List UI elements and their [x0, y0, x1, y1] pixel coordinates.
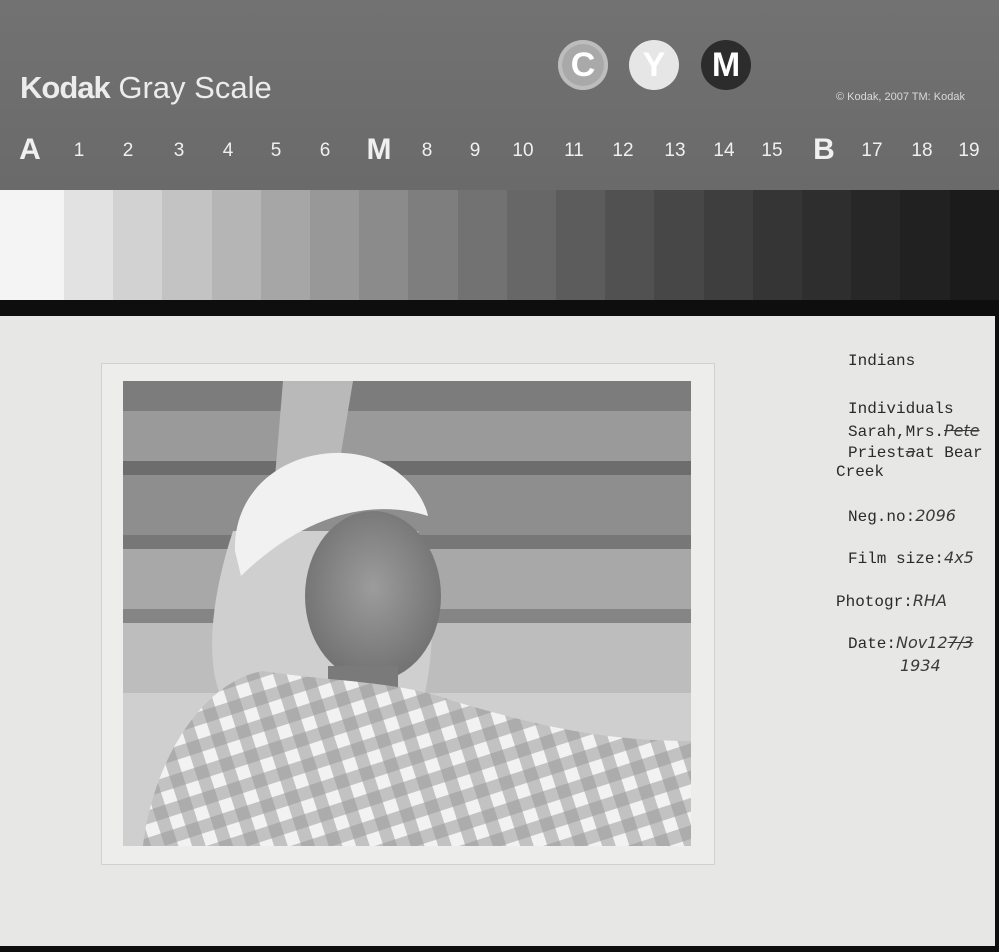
gray-patch — [703, 190, 753, 300]
step-label: 3 — [173, 140, 185, 161]
name-strikethrough: Pete — [944, 421, 980, 440]
step-label: A — [19, 133, 41, 166]
gray-patch — [556, 190, 606, 300]
portrait-image — [123, 381, 691, 846]
gray-patch — [211, 190, 261, 300]
subcategory-label: Individuals — [848, 400, 954, 418]
step-label: 11 — [564, 140, 584, 161]
film-value: 4x5 — [944, 548, 974, 567]
step-label: 1 — [73, 140, 85, 161]
date-line: Date:Nov127/3 — [848, 633, 973, 653]
magenta-patch-icon: M — [701, 40, 751, 90]
photog-value: RHA — [912, 591, 947, 610]
gray-patch — [260, 190, 311, 300]
step-label: 19 — [958, 140, 980, 161]
gray-patch — [64, 190, 114, 300]
gray-patch — [113, 190, 163, 300]
film-label: Film size: — [848, 550, 945, 568]
category-label: Indians — [848, 352, 916, 370]
step-label: 5 — [270, 140, 282, 161]
step-label: 18 — [911, 140, 933, 161]
step-label: 13 — [664, 140, 686, 161]
negative-number: Neg.no:2096 — [848, 506, 956, 526]
place-text: Priest — [848, 444, 906, 462]
step-label: 15 — [761, 140, 783, 161]
neg-value: 2096 — [915, 506, 956, 525]
step-label: 12 — [612, 140, 634, 161]
gray-patch — [851, 190, 901, 300]
step-label: 14 — [713, 140, 735, 161]
place-line-2: Creek — [836, 463, 885, 481]
subject-name: Sarah,Mrs.Pete — [848, 421, 980, 441]
step-label: 6 — [319, 140, 331, 161]
name-text: Sarah,Mrs. — [848, 423, 945, 441]
step-label: 10 — [512, 140, 534, 161]
date-label: Date: — [848, 635, 897, 653]
gray-patch — [162, 190, 212, 300]
gray-patch — [310, 190, 360, 300]
place-line: Priestaat Bear — [848, 442, 983, 462]
neg-label: Neg.no: — [848, 508, 916, 526]
gray-patch — [506, 190, 557, 300]
step-label: 9 — [469, 140, 481, 161]
step-label: 4 — [222, 140, 234, 161]
gray-patch — [654, 190, 704, 300]
portrait-photograph — [123, 381, 691, 846]
date-strikethrough: 7/3 — [947, 633, 974, 652]
date-year: 1934 — [900, 656, 941, 675]
photog-label: Photogr: — [836, 593, 913, 611]
film-size: Film size:4x5 — [848, 548, 974, 568]
gray-patch — [359, 190, 409, 300]
gray-patch — [900, 190, 950, 300]
step-label: 8 — [421, 140, 433, 161]
step-label: B — [813, 133, 835, 166]
gray-patch — [0, 190, 64, 300]
gray-patch — [457, 190, 507, 300]
brand-name: Kodak — [20, 70, 111, 105]
yellow-patch-icon: Y — [629, 40, 679, 90]
gray-patch — [949, 190, 999, 300]
step-label: 2 — [122, 140, 134, 161]
gray-patch — [605, 190, 655, 300]
place-continued: at Bear — [915, 444, 983, 462]
date-value: Nov12 — [896, 633, 948, 652]
target-header: Kodak Gray Scale C Y M © Kodak, 2007 TM:… — [0, 0, 999, 190]
place-strikethrough: a — [905, 442, 916, 461]
gray-patch — [802, 190, 852, 300]
product-name: Gray Scale — [118, 70, 272, 105]
copyright-notice: © Kodak, 2007 TM: Kodak — [836, 91, 965, 103]
gray-patch — [408, 190, 458, 300]
gray-patch — [752, 190, 803, 300]
gray-patches — [0, 190, 999, 300]
cyan-patch-icon: C — [558, 40, 608, 90]
kodak-logo: Kodak Gray Scale — [20, 70, 272, 106]
photographer: Photogr:RHA — [836, 591, 947, 611]
kodak-gray-scale-target: Kodak Gray Scale C Y M © Kodak, 2007 TM:… — [0, 0, 999, 300]
step-label: 17 — [861, 140, 883, 161]
step-label: M — [366, 133, 392, 166]
